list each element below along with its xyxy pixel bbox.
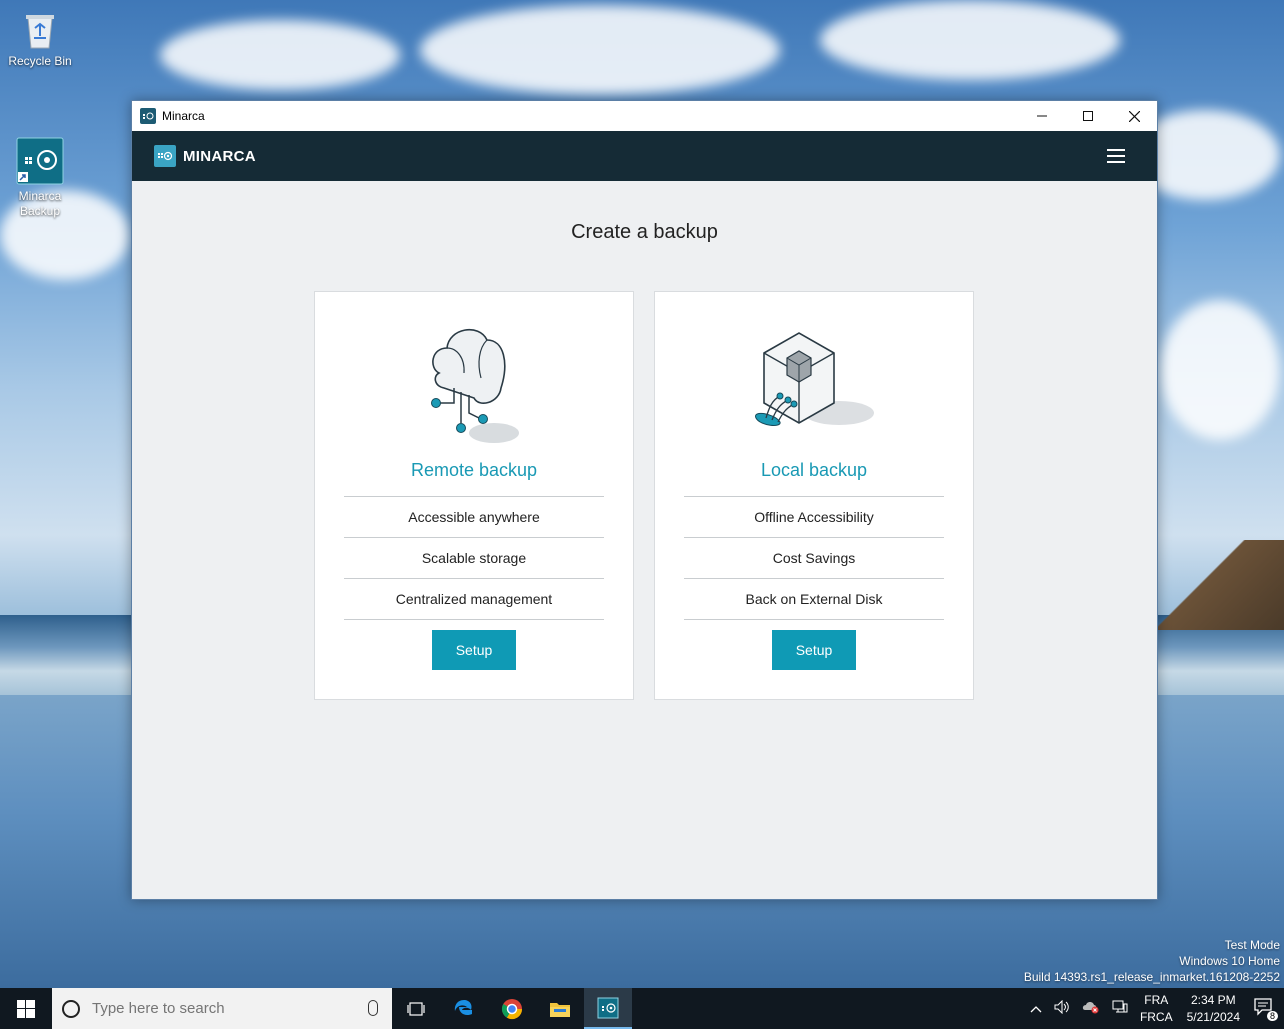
minarca-logo-icon bbox=[154, 145, 176, 167]
close-button[interactable] bbox=[1111, 101, 1157, 131]
task-view-icon bbox=[407, 1001, 425, 1016]
taskbar: FRA FRCA 2:34 PM 5/21/2024 8 bbox=[0, 988, 1284, 1029]
cortana-icon bbox=[62, 999, 80, 1018]
language-code: FRA bbox=[1144, 992, 1169, 1007]
remote-setup-button[interactable]: Setup bbox=[432, 630, 516, 670]
folder-icon bbox=[550, 1002, 570, 1017]
remote-backup-features: Accessible anywhere Scalable storage Cen… bbox=[344, 496, 604, 620]
menu-icon[interactable] bbox=[1107, 149, 1125, 167]
edge-button[interactable] bbox=[440, 988, 488, 1029]
notification-count-badge: 8 bbox=[1266, 1011, 1278, 1021]
sky-cloud bbox=[1160, 300, 1280, 440]
onedrive-button[interactable] bbox=[1082, 1000, 1100, 1017]
action-center-button[interactable]: 8 bbox=[1254, 998, 1278, 1021]
recycle-bin-label: Recycle Bin bbox=[8, 54, 72, 68]
sky-cloud bbox=[820, 0, 1120, 80]
cloud-illustration-icon bbox=[315, 318, 633, 450]
minarca-backup-label: Minarca Backup bbox=[18, 189, 62, 218]
file-explorer-button[interactable] bbox=[536, 988, 584, 1029]
system-tray: FRA FRCA 2:34 PM 5/21/2024 8 bbox=[1024, 988, 1284, 1029]
remote-backup-card: Remote backup Accessible anywhere Scalab… bbox=[314, 291, 634, 700]
close-icon bbox=[1128, 110, 1140, 122]
feature-item: Scalable storage bbox=[344, 537, 604, 578]
chrome-icon bbox=[501, 998, 523, 1019]
start-button[interactable] bbox=[0, 988, 52, 1029]
feature-item: Cost Savings bbox=[684, 537, 944, 578]
remote-backup-title: Remote backup bbox=[410, 460, 538, 480]
microphone-icon[interactable] bbox=[368, 1000, 378, 1016]
window-title: Minarca bbox=[162, 109, 205, 123]
cliff bbox=[1156, 540, 1284, 630]
local-backup-features: Offline Accessibility Cost Savings Back … bbox=[684, 496, 944, 620]
cloud-error-icon bbox=[1082, 1002, 1099, 1014]
speaker-icon bbox=[1054, 999, 1069, 1015]
maximize-icon bbox=[1083, 111, 1093, 121]
minimize-button[interactable] bbox=[1019, 101, 1065, 131]
network-button[interactable] bbox=[1112, 1000, 1128, 1017]
minarca-backup-shortcut[interactable]: Minarca Backup bbox=[5, 107, 75, 234]
volume-button[interactable] bbox=[1054, 999, 1070, 1017]
title-bar[interactable]: Minarca bbox=[132, 101, 1157, 131]
feature-item: Back on External Disk bbox=[684, 578, 944, 619]
minarca-app-icon bbox=[140, 108, 156, 124]
edge-icon bbox=[454, 999, 472, 1015]
minarca-window: Minarca MINARCA Create a backup Remote b… bbox=[131, 100, 1158, 900]
local-setup-button[interactable]: Setup bbox=[772, 630, 856, 670]
brand-name: MINARCA bbox=[183, 147, 256, 165]
maximize-button[interactable] bbox=[1065, 101, 1111, 131]
show-hidden-icons-button[interactable] bbox=[1030, 1002, 1042, 1016]
input-language-button[interactable]: FRA FRCA bbox=[1140, 992, 1173, 1026]
clock-button[interactable]: 2:34 PM 5/21/2024 bbox=[1187, 992, 1240, 1026]
local-backup-title: Local backup bbox=[760, 460, 868, 480]
recycle-bin-icon bbox=[23, 10, 57, 50]
search-input[interactable] bbox=[90, 999, 354, 1018]
disk-illustration-icon bbox=[655, 318, 973, 450]
chrome-button[interactable] bbox=[488, 988, 536, 1029]
minarca-logo: MINARCA bbox=[154, 145, 256, 167]
sky-cloud bbox=[160, 20, 400, 90]
clock-date: 5/21/2024 bbox=[1186, 1009, 1240, 1024]
main-content: Create a backup Remote backup Accessible… bbox=[132, 181, 1157, 898]
page-title: Create a backup bbox=[571, 221, 718, 243]
minarca-backup-icon bbox=[16, 122, 64, 185]
keyboard-layout: FRCA bbox=[1139, 1009, 1173, 1024]
watermark-line: Windows 10 Home bbox=[1179, 954, 1280, 968]
clock-time: 2:34 PM bbox=[1190, 992, 1236, 1007]
feature-item: Centralized management bbox=[344, 578, 604, 619]
minarca-taskbar-icon bbox=[597, 997, 619, 1018]
window-controls bbox=[1019, 101, 1157, 131]
minarca-taskbar-button[interactable] bbox=[584, 988, 632, 1029]
feature-item: Offline Accessibility bbox=[684, 496, 944, 537]
test-mode-watermark: Test Mode Windows 10 Home Build 14393.rs… bbox=[1024, 937, 1280, 985]
local-backup-card: Local backup Offline Accessibility Cost … bbox=[654, 291, 974, 700]
taskbar-search[interactable] bbox=[52, 988, 392, 1029]
watermark-line: Build 14393.rs1_release_inmarket.161208-… bbox=[1023, 970, 1280, 984]
app-header: MINARCA bbox=[132, 131, 1157, 181]
task-view-button[interactable] bbox=[392, 988, 440, 1029]
windows-logo-icon bbox=[17, 999, 35, 1018]
recycle-bin-shortcut[interactable]: Recycle Bin bbox=[5, 10, 75, 68]
feature-item: Accessible anywhere bbox=[344, 496, 604, 537]
chevron-up-icon bbox=[1030, 1005, 1042, 1012]
minimize-icon bbox=[1037, 115, 1047, 117]
sky-cloud bbox=[420, 5, 780, 95]
watermark-line: Test Mode bbox=[1224, 938, 1280, 952]
network-icon bbox=[1112, 1000, 1128, 1013]
